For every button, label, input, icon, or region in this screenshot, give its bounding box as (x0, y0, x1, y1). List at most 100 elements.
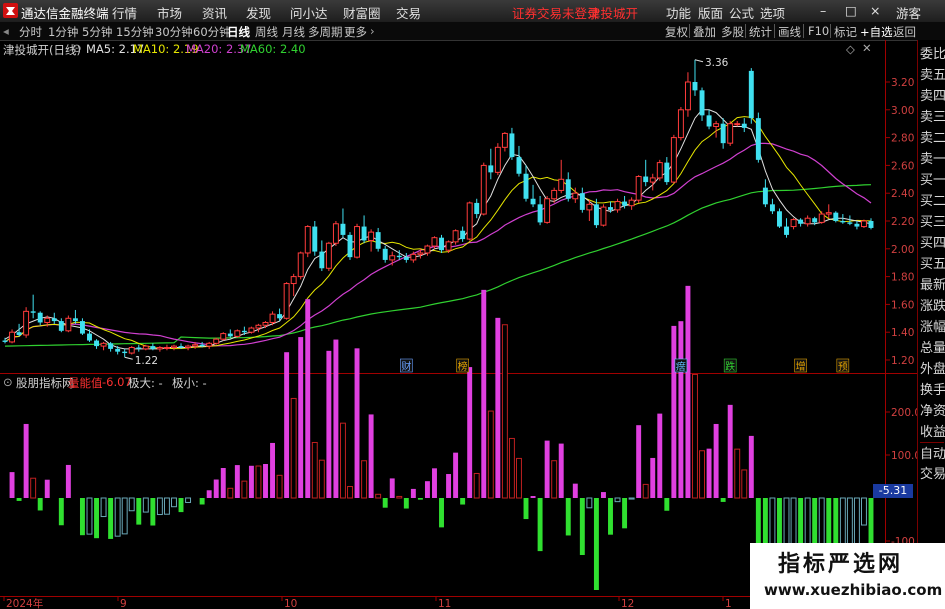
panel-item-change[interactable]: 涨跌 (920, 295, 945, 314)
fuquan-button[interactable]: 复权 (665, 24, 688, 40)
f10-button[interactable]: F10 (808, 24, 829, 38)
panel-item-buy3[interactable]: 买三 (920, 211, 945, 230)
add-watchlist-button[interactable]: +自选 (860, 24, 893, 40)
tab-60min[interactable]: 60分钟 (193, 24, 231, 40)
panel-item-sell5[interactable]: 卖五 (920, 64, 945, 83)
time-tick-label: 2024年 (6, 597, 43, 609)
indicator-bar (685, 285, 691, 498)
panel-item-sell2[interactable]: 卖二 (920, 127, 945, 146)
panel-item-buy4[interactable]: 买四 (920, 232, 945, 251)
event-marker-5[interactable]: 增 (796, 360, 806, 373)
event-marker-4[interactable]: 跌 (725, 360, 735, 373)
maximize-button[interactable]: □ (845, 3, 857, 18)
candle (171, 344, 177, 351)
menu-shichang[interactable]: 市场 (157, 3, 182, 22)
tab-daily[interactable]: 日线 (227, 24, 250, 40)
panel-item-buy1[interactable]: 买一 (920, 169, 945, 188)
menu-caifuquan[interactable]: 财富圈 (343, 3, 381, 22)
indicator-bar (586, 497, 593, 509)
tab-multi-period[interactable]: 多周期 (308, 24, 343, 40)
time-tick-label: 12 (621, 598, 634, 609)
auto-trade-line1[interactable]: 自动 (920, 442, 945, 462)
panel-item-buy2[interactable]: 买二 (920, 190, 945, 209)
indicator-bar (318, 459, 325, 499)
chart-area[interactable]: 3.20 3.00 2.80 2.60 2.40 2.20 2.00 1.80 1.60 1.40… (0, 40, 917, 609)
panel-item-buy5[interactable]: 买五 (920, 253, 945, 272)
indicator-bar (339, 422, 346, 499)
candle (304, 225, 311, 258)
panel-item-sell1[interactable]: 卖一 (920, 148, 945, 167)
panel-item-netasset[interactable]: 净资 (920, 400, 945, 419)
indicator-name[interactable]: 股朋指标网 (16, 375, 74, 391)
candle (248, 326, 255, 334)
back-button[interactable]: 返回 (893, 24, 916, 40)
app-logo-icon (3, 3, 18, 18)
event-marker-6[interactable]: 预 (838, 361, 848, 373)
event-marker-1[interactable]: 财 (401, 360, 411, 373)
auto-trade-line2[interactable]: 交易 (920, 463, 945, 482)
menu-zixun[interactable]: 资讯 (202, 3, 227, 22)
minimize-button[interactable]: – (820, 3, 826, 18)
panel-item-volume[interactable]: 总量 (920, 337, 945, 356)
settings-circle-icon[interactable]: ⊙ (3, 375, 13, 389)
panel-item-change-pct[interactable]: 涨幅 (920, 316, 945, 335)
candle (163, 344, 170, 351)
indicator-bar (558, 443, 564, 498)
candle (868, 218, 874, 230)
close-panel-icon[interactable]: ✕ (862, 41, 872, 55)
candle (628, 197, 635, 210)
menu-banmian[interactable]: 版面 (698, 3, 723, 22)
menu-gongneng[interactable]: 功能 (666, 3, 691, 22)
panel-item-outer[interactable]: 外盘 (920, 358, 945, 377)
candle (818, 211, 825, 224)
menu-gongshi[interactable]: 公式 (729, 3, 754, 22)
event-marker-2[interactable]: 榜 (458, 360, 468, 373)
guest-label[interactable]: 游客 (896, 3, 921, 22)
menu-jiaoyi[interactable]: 交易 (396, 3, 421, 22)
settings-circle-icon[interactable]: ⊙ (72, 41, 82, 55)
candle (523, 165, 529, 202)
menu-wenxiaoda[interactable]: 问小达 (290, 3, 328, 22)
close-button[interactable]: × (870, 3, 880, 18)
tab-5min[interactable]: 5分钟 (82, 24, 112, 40)
candle (643, 159, 649, 187)
tab-weekly[interactable]: 周线 (255, 24, 278, 40)
moving-average-lines (4, 109, 872, 350)
duogu-button[interactable]: 多股 (721, 24, 744, 40)
tab-1min[interactable]: 1分钟 (48, 24, 78, 40)
indicator-bar (389, 478, 395, 498)
tab-more[interactable]: 更多 (344, 24, 367, 40)
indicator-bar (199, 498, 205, 505)
panel-item-latest[interactable]: 最新 (920, 274, 945, 293)
tab-fenshi[interactable]: 分时 (19, 24, 42, 40)
event-marker-3[interactable]: 瘔 (676, 360, 686, 373)
indicator-bar (354, 348, 360, 498)
huaxian-button[interactable]: 画线 (778, 24, 801, 40)
candle (156, 346, 163, 352)
biaoji-button[interactable]: 标记 (834, 24, 857, 40)
menu-faxian[interactable]: 发现 (246, 3, 271, 22)
diamond-icon[interactable]: ◇ (846, 42, 855, 56)
tab-15min[interactable]: 15分钟 (116, 24, 154, 40)
price-tick-label: 3.20 (891, 77, 914, 89)
candle (762, 179, 768, 208)
diejia-button[interactable]: 叠加 (693, 24, 716, 40)
tab-30min[interactable]: 30分钟 (155, 24, 193, 40)
login-notice[interactable]: 证券交易未登录 (512, 3, 600, 22)
menu-hangqing[interactable]: 行情 (112, 3, 137, 22)
panel-item-turnover[interactable]: 换手 (920, 379, 945, 398)
collapse-icon[interactable]: ◂ (3, 24, 9, 38)
panel-item-sell4[interactable]: 卖四 (920, 85, 945, 104)
indicator-bar (94, 498, 99, 539)
panel-item-weibi[interactable]: 委比 (920, 43, 945, 62)
price-tick-label: 2.40 (891, 188, 914, 200)
indicator-bar (86, 497, 93, 535)
tab-monthly[interactable]: 月线 (282, 24, 305, 40)
panel-item-sell3[interactable]: 卖三 (920, 106, 945, 125)
menu-xuanxiang[interactable]: 选项 (760, 3, 785, 22)
panel-item-eps[interactable]: 收益 (920, 421, 945, 440)
indicator-bar (579, 498, 585, 556)
indicator-bar (495, 317, 501, 498)
indicator-bar (128, 497, 135, 512)
tongji-button[interactable]: 统计 (749, 24, 772, 40)
